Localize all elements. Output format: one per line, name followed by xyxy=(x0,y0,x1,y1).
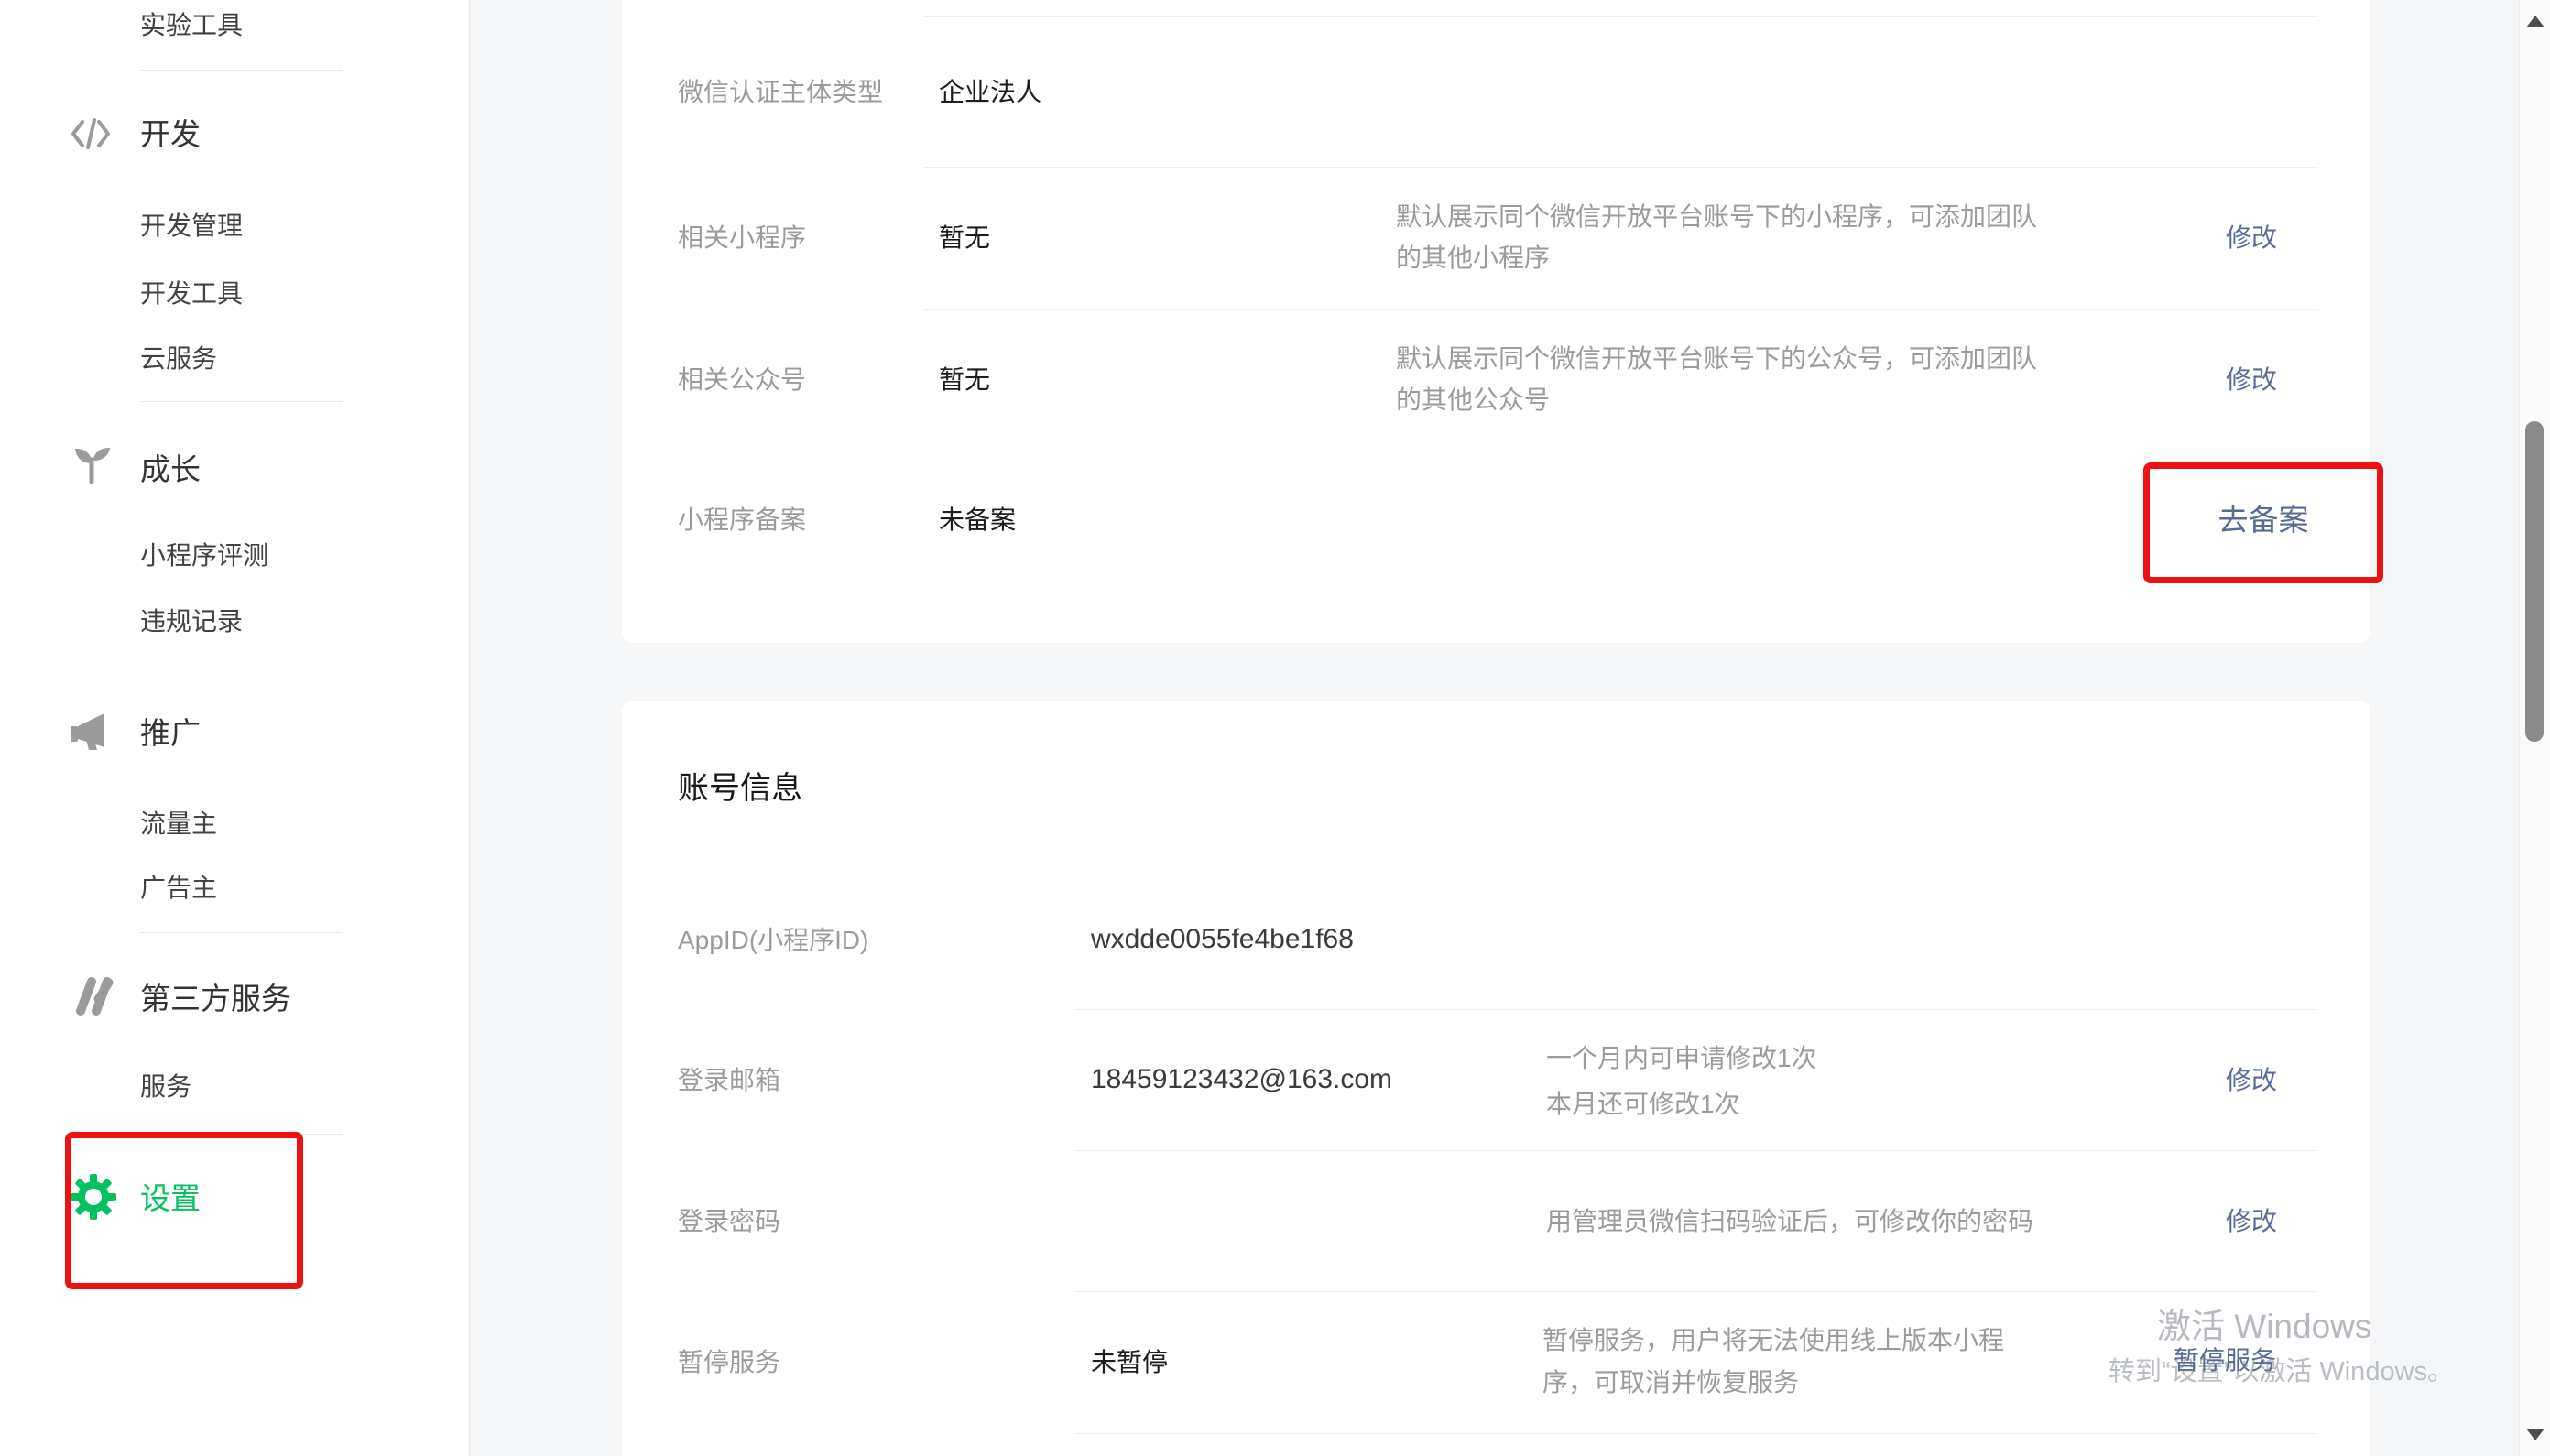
desc-line: 序，可取消并恢复服务 xyxy=(1542,1362,2004,1404)
megaphone-icon xyxy=(68,711,112,755)
sidebar-item-develop-tools[interactable]: 开发工具 xyxy=(140,279,243,309)
desc-line: 一个月内可申请修改1次 xyxy=(1546,1036,1817,1081)
sidebar-section-growth[interactable]: 成长 xyxy=(140,452,201,487)
row-value-appid: wxdde0055fe4be1f68 xyxy=(1091,924,1354,955)
row-desc-login-password: 用管理员微信扫码验证后，可修改你的密码 xyxy=(1546,1207,2033,1236)
row-desc-login-email: 一个月内可申请修改1次 本月还可修改1次 xyxy=(1546,1036,1817,1127)
divider xyxy=(1074,1009,2316,1010)
modify-login-email-link[interactable]: 修改 xyxy=(2226,1066,2277,1095)
row-label-miniprogram-filing: 小程序备案 xyxy=(678,505,806,535)
row-label-login-email: 登录邮箱 xyxy=(678,1066,780,1095)
modify-login-password-link[interactable]: 修改 xyxy=(2226,1207,2277,1236)
row-value-related-official-accounts: 暂无 xyxy=(939,365,990,395)
sidebar-item-advertiser[interactable]: 广告主 xyxy=(140,874,217,903)
sidebar-section-third-party[interactable]: 第三方服务 xyxy=(140,982,291,1016)
divider xyxy=(1074,1433,2316,1434)
row-desc-suspend-service: 暂停服务，用户将无法使用线上版本小程 序，可取消并恢复服务 xyxy=(1542,1320,2004,1404)
row-value-related-miniprograms: 暂无 xyxy=(939,223,990,253)
annotation-box-settings xyxy=(65,1132,303,1289)
row-value-certification-type: 企业法人 xyxy=(939,78,1041,107)
desc-line: 本月还可修改1次 xyxy=(1546,1081,1817,1127)
sprout-icon xyxy=(72,445,113,488)
row-label-appid: AppID(小程序ID) xyxy=(678,926,868,955)
desc-line: 默认展示同个微信开放平台账号下的公众号，可添加团队 xyxy=(1396,338,2037,379)
divider xyxy=(924,309,2318,310)
windows-activation-watermark-line1: 激活 Windows xyxy=(2157,1308,2371,1346)
scroll-down-arrow-icon[interactable] xyxy=(2526,1429,2545,1440)
divider xyxy=(924,167,2318,168)
sidebar-item-develop-manage[interactable]: 开发管理 xyxy=(140,212,243,241)
suspend-service-link[interactable]: 暂停服务 xyxy=(2174,1346,2276,1375)
modify-related-official-accounts-link[interactable]: 修改 xyxy=(2226,365,2277,395)
sidebar-item-cloud-service[interactable]: 云服务 xyxy=(140,344,217,374)
sidebar-item-service[interactable]: 服务 xyxy=(140,1072,191,1102)
divider xyxy=(924,16,2318,17)
row-value-miniprogram-filing: 未备案 xyxy=(939,505,1016,535)
scrollbar-thumb[interactable] xyxy=(2525,421,2544,742)
sidebar-item-miniprogram-evaluation[interactable]: 小程序评测 xyxy=(140,541,268,570)
settings-page: 实验工具 开发 开发管理 开发工具 云服务 成长 小程序评测 违规记录 xyxy=(0,0,2550,1456)
sidebar-item-traffic-owner[interactable]: 流量主 xyxy=(140,809,217,839)
code-icon xyxy=(70,117,112,155)
row-label-suspend-service: 暂停服务 xyxy=(678,1348,780,1377)
desc-line: 默认展示同个微信开放平台账号下的小程序，可添加团队 xyxy=(1396,196,2037,237)
annotation-box-go-filing xyxy=(2143,462,2383,583)
row-desc-related-official-accounts: 默认展示同个微信开放平台账号下的公众号，可添加团队 的其他公众号 xyxy=(1396,338,2037,420)
scroll-up-arrow-icon[interactable] xyxy=(2526,16,2545,27)
row-label-related-official-accounts: 相关公众号 xyxy=(678,365,806,395)
row-desc-related-miniprograms: 默认展示同个微信开放平台账号下的小程序，可添加团队 的其他小程序 xyxy=(1396,196,2037,278)
windows-activation-watermark-line2: 转到“设置”以激活 Windows。 xyxy=(2109,1356,2454,1387)
divider xyxy=(140,70,342,71)
sidebar-section-develop[interactable]: 开发 xyxy=(140,117,201,152)
sidebar-item-violation-records[interactable]: 违规记录 xyxy=(140,607,243,636)
third-party-icon xyxy=(68,974,114,1021)
row-label-certification-type: 微信认证主体类型 xyxy=(678,78,883,107)
row-label-related-miniprograms: 相关小程序 xyxy=(678,223,806,253)
row-label-login-password: 登录密码 xyxy=(678,1207,780,1236)
modify-related-miniprograms-link[interactable]: 修改 xyxy=(2226,223,2277,253)
sidebar-item-experiment-tools[interactable]: 实验工具 xyxy=(140,11,243,40)
profile-card xyxy=(622,0,2370,643)
desc-line: 的其他公众号 xyxy=(1396,379,2037,420)
divider xyxy=(140,932,342,933)
row-value-suspend-service: 未暂停 xyxy=(1091,1348,1168,1377)
scrollbar-track[interactable] xyxy=(2519,0,2550,1456)
desc-line: 的其他小程序 xyxy=(1396,237,2037,278)
desc-line: 暂停服务，用户将无法使用线上版本小程 xyxy=(1542,1320,2004,1362)
divider xyxy=(1074,1150,2316,1151)
account-card xyxy=(622,701,2370,1456)
account-card-title: 账号信息 xyxy=(678,770,802,807)
divider xyxy=(140,401,342,402)
sidebar-section-promotion[interactable]: 推广 xyxy=(140,716,201,751)
divider xyxy=(1074,1291,2316,1292)
row-value-login-email: 18459123432@163.com xyxy=(1091,1064,1392,1095)
